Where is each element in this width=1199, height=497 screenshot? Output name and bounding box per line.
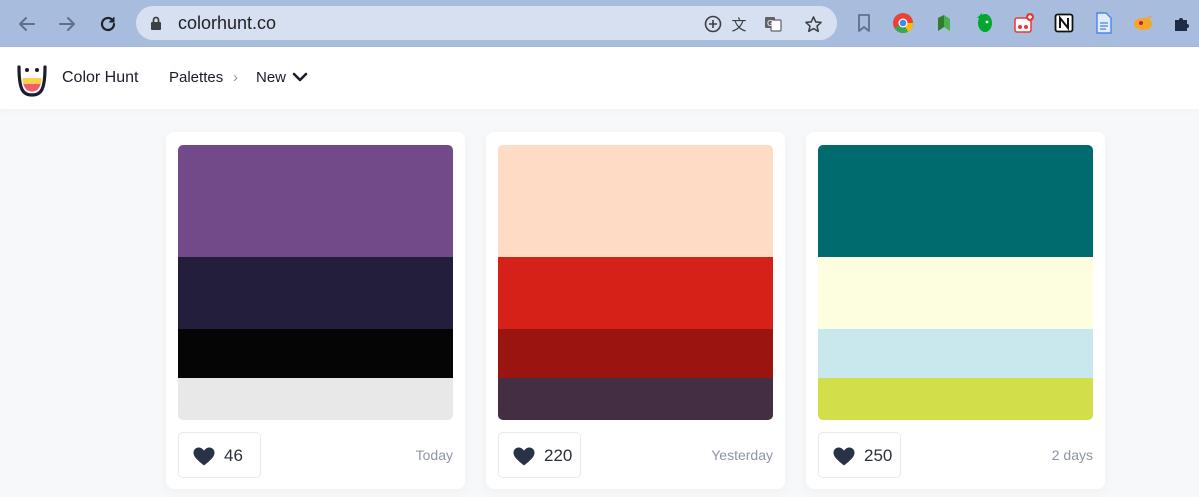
evernote-icon	[977, 13, 992, 32]
breadcrumb-palettes[interactable]: Palettes	[169, 69, 223, 86]
bookmark-star-button[interactable]	[803, 14, 823, 34]
breadcrumb-new[interactable]: New	[256, 69, 286, 86]
palette-date: Today	[415, 447, 453, 463]
like-button[interactable]: 250	[818, 432, 901, 478]
browser-toolbar: colorhunt.co 文 G	[0, 0, 1199, 47]
svg-text:G: G	[767, 19, 773, 28]
reload-button[interactable]	[95, 11, 121, 37]
notion-extension[interactable]	[1053, 12, 1075, 34]
like-button[interactable]: 46	[178, 432, 261, 478]
forward-button[interactable]	[54, 11, 80, 37]
back-arrow-icon	[19, 17, 35, 31]
color-swatch[interactable]	[178, 145, 453, 257]
document-extension[interactable]	[1093, 12, 1115, 34]
color-swatch[interactable]	[818, 329, 1093, 378]
forward-arrow-icon	[59, 17, 75, 31]
chevron-down-icon[interactable]	[292, 71, 308, 83]
notion-icon	[1054, 13, 1074, 33]
like-count: 250	[864, 446, 893, 465]
extension-icon	[1134, 15, 1152, 30]
palette-date: Yesterday	[711, 447, 773, 463]
document-icon	[1096, 12, 1112, 34]
google-translate-button[interactable]: G	[763, 14, 783, 34]
heart-icon	[193, 447, 215, 466]
color-palette[interactable]	[498, 145, 773, 420]
heart-icon	[513, 447, 535, 466]
url-text: colorhunt.co	[178, 13, 277, 33]
extension-button-3[interactable]	[1132, 12, 1154, 34]
color-swatch[interactable]	[178, 378, 453, 420]
color-swatch[interactable]	[818, 257, 1093, 329]
translate-button[interactable]: 文	[729, 14, 749, 34]
site-header: Color Hunt Palettes › New	[0, 47, 1199, 109]
install-button[interactable]	[703, 14, 723, 34]
color-swatch[interactable]	[498, 145, 773, 257]
palette-card[interactable]: 46 Today	[166, 132, 465, 489]
bookmark-icon	[858, 14, 870, 32]
reading-list-button[interactable]	[853, 12, 875, 34]
color-palette[interactable]	[818, 145, 1093, 420]
chrome-extension[interactable]	[892, 12, 914, 34]
extensions-menu-button[interactable]	[1171, 12, 1193, 34]
color-swatch[interactable]	[818, 145, 1093, 257]
back-button[interactable]	[14, 11, 40, 37]
color-swatch[interactable]	[498, 329, 773, 378]
puzzle-icon	[1175, 18, 1189, 31]
reload-icon	[100, 16, 116, 32]
heart-icon	[833, 447, 855, 466]
address-bar[interactable]: colorhunt.co 文 G	[136, 6, 837, 40]
extension-button[interactable]	[933, 12, 955, 34]
color-swatch[interactable]	[178, 257, 453, 329]
color-hunt-logo[interactable]	[13, 60, 51, 98]
like-button[interactable]: 220	[498, 432, 581, 478]
brand-name[interactable]: Color Hunt	[62, 69, 138, 87]
breadcrumb-separator: ›	[233, 69, 238, 86]
extension-icon	[1014, 13, 1034, 33]
color-swatch[interactable]	[498, 378, 773, 420]
evernote-extension[interactable]	[973, 12, 995, 34]
translate-icon: 文	[731, 16, 747, 34]
star-icon	[804, 15, 822, 32]
color-swatch[interactable]	[498, 257, 773, 329]
like-count: 46	[224, 446, 243, 465]
like-count: 220	[544, 446, 573, 465]
extension-icon	[938, 15, 950, 31]
chrome-icon	[893, 13, 914, 34]
palette-card[interactable]: 220 Yesterday	[486, 132, 785, 489]
color-swatch[interactable]	[178, 329, 453, 378]
palette-card[interactable]: 250 2 days	[806, 132, 1105, 489]
extension-button-2[interactable]	[1013, 12, 1035, 34]
color-palette[interactable]	[178, 145, 453, 420]
palette-date: 2 days	[1051, 447, 1093, 463]
lock-icon	[151, 16, 161, 30]
add-icon	[704, 15, 722, 33]
google-translate-icon: G	[765, 17, 782, 32]
color-swatch[interactable]	[818, 378, 1093, 420]
